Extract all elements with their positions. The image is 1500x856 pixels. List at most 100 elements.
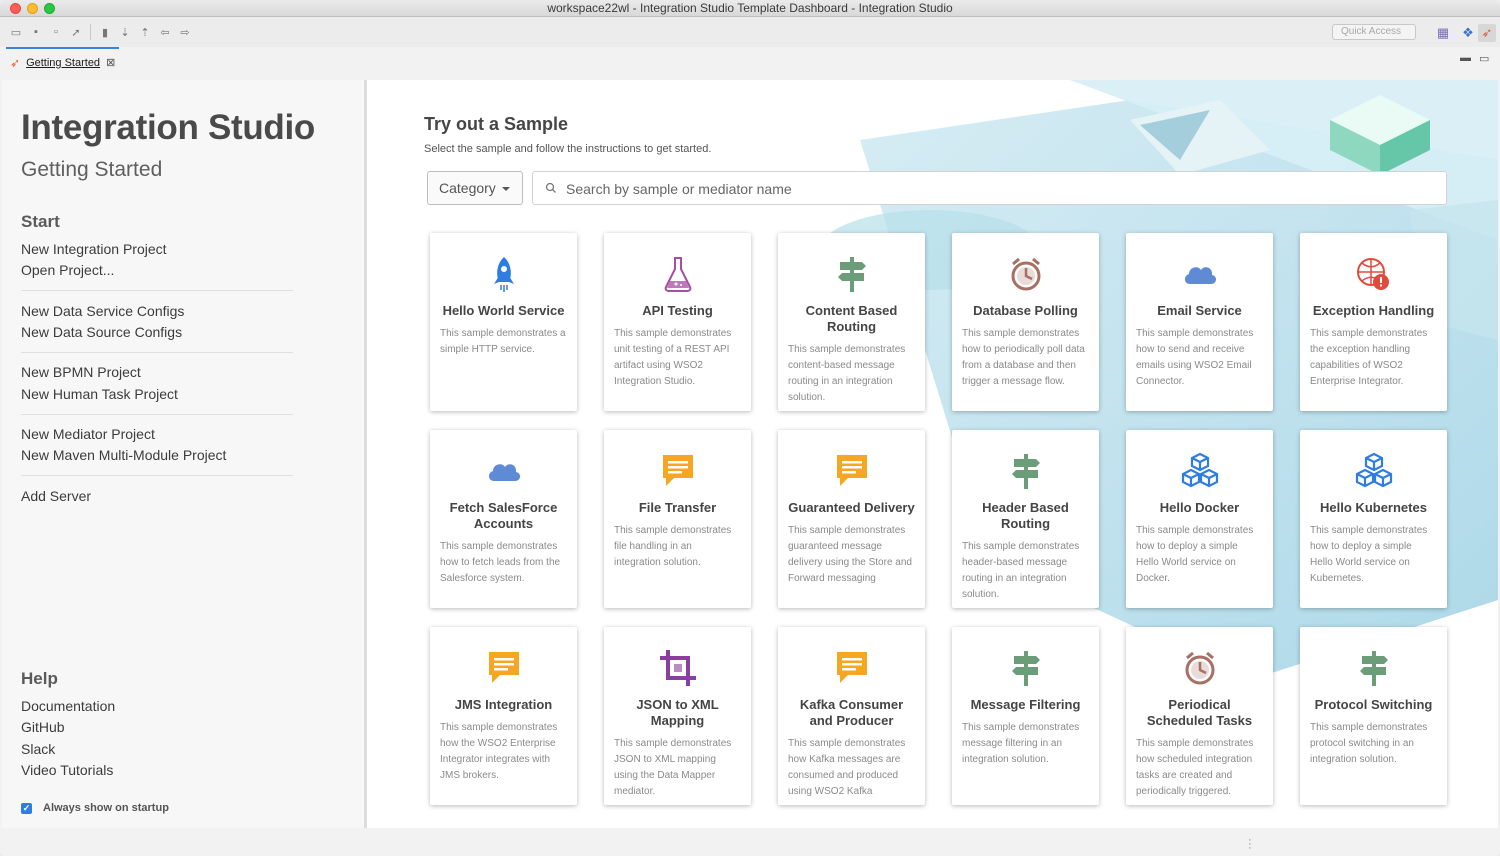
perspective-design-icon[interactable]: ❖	[1459, 24, 1477, 42]
sample-description: This sample demonstrates how to send and…	[1136, 328, 1254, 387]
sample-title: Database Polling	[973, 303, 1078, 318]
sample-description: This sample demonstrates how scheduled i…	[1136, 738, 1254, 797]
new-maven-multi-module-project-link[interactable]: New Maven Multi-Module Project	[21, 447, 226, 463]
sample-description: This sample demonstrates how to periodic…	[962, 328, 1085, 387]
message-icon	[614, 430, 741, 500]
sample-card-exception-handling[interactable]: Exception Handling This sample demonstrat…	[1300, 233, 1447, 411]
sample-card-file-transfer[interactable]: File Transfer This sample demonstrates fi…	[604, 430, 751, 608]
sample-title: API Testing	[642, 303, 713, 318]
sample-card-header-based-routing[interactable]: Header Based Routing This sample demonstr…	[952, 430, 1099, 608]
new-icon[interactable]: ▭	[8, 24, 24, 40]
github-link[interactable]: GitHub	[21, 719, 65, 735]
sample-card-content-based-routing[interactable]: Content Based Routing This sample demonst…	[778, 233, 925, 411]
sample-title: Protocol Switching	[1314, 697, 1433, 712]
sample-card-protocol-switching[interactable]: Protocol Switching This sample demonstrat…	[1300, 627, 1447, 805]
category-dropdown[interactable]: Category	[427, 171, 523, 205]
documentation-link[interactable]: Documentation	[21, 698, 115, 714]
sample-title: Guaranteed Delivery	[788, 500, 915, 515]
maximize-editor-icon[interactable]: ▭	[1479, 52, 1489, 65]
chevron-down-icon	[502, 187, 510, 191]
forward-icon[interactable]: ⇨	[177, 24, 193, 40]
resize-grip-icon: · · ·	[1248, 834, 1252, 854]
sample-title: Kafka Consumer and Producer	[799, 697, 904, 728]
build-icon[interactable]: ▮	[97, 24, 113, 40]
new-data-source-configs-link[interactable]: New Data Source Configs	[21, 324, 182, 340]
close-icon[interactable]: ⊠	[106, 56, 115, 69]
sample-title: Hello Kubernetes	[1320, 500, 1427, 515]
sample-title: Hello Docker	[1159, 500, 1240, 515]
prev-annotation-icon[interactable]: ⇡	[137, 24, 153, 40]
sample-card-fetch-salesforce-accounts[interactable]: Fetch SalesForce Accounts This sample dem…	[430, 430, 577, 608]
signpost-icon	[788, 233, 915, 303]
save-all-icon[interactable]: ▫	[48, 24, 64, 40]
save-icon[interactable]: ▪	[28, 24, 44, 40]
help-heading: Help	[21, 669, 58, 688]
sample-card-database-polling[interactable]: Database Polling This sample demonstrates…	[952, 233, 1099, 411]
search-icon	[545, 182, 556, 193]
status-bar: · · ·	[0, 828, 1500, 856]
sample-description: This sample demonstrates guaranteed mess…	[788, 525, 912, 584]
sample-card-json-to-xml-mapping[interactable]: JSON to XML Mapping This sample demonstra…	[604, 627, 751, 805]
run-icon[interactable]: ➚	[68, 24, 84, 40]
sample-title: Fetch SalesForce Accounts	[449, 500, 558, 531]
back-icon[interactable]: ⇦	[157, 24, 173, 40]
divider	[21, 352, 293, 353]
add-server-link[interactable]: Add Server	[21, 488, 91, 504]
samples-title: Try out a Sample	[424, 114, 569, 134]
sample-card-hello-kubernetes[interactable]: Hello Kubernetes This sample demonstrates…	[1300, 430, 1447, 608]
perspective-rocket-icon[interactable]: ➶	[1478, 24, 1496, 42]
message-icon	[788, 627, 915, 697]
sample-description: This sample demonstrates message filteri…	[962, 722, 1080, 765]
quick-access-input[interactable]: Quick Access	[1332, 24, 1416, 40]
toolbar-separator	[90, 24, 91, 40]
sidebar: Integration Studio Getting Started Start…	[2, 80, 367, 828]
start-heading: Start	[21, 212, 60, 231]
sample-title: Header Based Routing	[982, 500, 1069, 531]
flask-icon	[614, 233, 741, 303]
signpost-icon	[962, 430, 1089, 500]
sample-title: Hello World Service	[442, 303, 565, 318]
sample-card-guaranteed-delivery[interactable]: Guaranteed Delivery This sample demonstra…	[778, 430, 925, 608]
new-mediator-project-link[interactable]: New Mediator Project	[21, 426, 155, 442]
open-project-link[interactable]: Open Project...	[21, 262, 114, 278]
rocket-icon: ➶	[10, 55, 21, 70]
video-tutorials-link[interactable]: Video Tutorials	[21, 762, 113, 778]
getting-started-page: Integration Studio Getting Started Start…	[2, 80, 1498, 828]
cubes-icon	[1310, 430, 1437, 500]
perspective-java-icon[interactable]: ▦	[1434, 24, 1452, 42]
sample-card-kafka-consumer-and-producer[interactable]: Kafka Consumer and Producer This sample d…	[778, 627, 925, 805]
sample-card-message-filtering[interactable]: Message Filtering This sample demonstrate…	[952, 627, 1099, 805]
sample-card-periodical-scheduled-tasks[interactable]: Periodical Scheduled Tasks This sample de…	[1126, 627, 1273, 805]
title-bar: workspace22wl - Integration Studio Templ…	[0, 0, 1500, 17]
sample-title: Exception Handling	[1312, 303, 1435, 318]
sample-title: JMS Integration	[454, 697, 553, 712]
always-show-label: Always show on startup	[43, 802, 169, 814]
message-icon	[440, 627, 567, 697]
signpost-icon	[1310, 627, 1437, 697]
new-integration-project-link[interactable]: New Integration Project	[21, 241, 167, 257]
sample-card-hello-world-service[interactable]: Hello World Service This sample demonstra…	[430, 233, 577, 411]
always-show-on-startup[interactable]: ✓ Always show on startup	[21, 802, 169, 814]
minimize-editor-icon[interactable]: ▬	[1460, 52, 1471, 64]
sample-title: JSON to XML Mapping	[636, 697, 719, 728]
crop-icon	[614, 627, 741, 697]
sample-title: Content Based Routing	[805, 303, 898, 334]
cubes-icon	[1136, 430, 1263, 500]
ide-window: workspace22wl - Integration Studio Templ…	[0, 0, 1500, 856]
new-human-task-project-link[interactable]: New Human Task Project	[21, 386, 178, 402]
sample-card-api-testing[interactable]: API Testing This sample demonstrates unit…	[604, 233, 751, 411]
sample-card-hello-docker[interactable]: Hello Docker This sample demonstrates how…	[1126, 430, 1273, 608]
next-annotation-icon[interactable]: ⇣	[117, 24, 133, 40]
new-bpmn-project-link[interactable]: New BPMN Project	[21, 364, 141, 380]
sample-search-input[interactable]: Search by sample or mediator name	[532, 171, 1447, 205]
slack-link[interactable]: Slack	[21, 741, 55, 757]
sample-title: Periodical Scheduled Tasks	[1146, 697, 1253, 728]
sample-card-jms-integration[interactable]: JMS Integration This sample demonstrates …	[430, 627, 577, 805]
tab-getting-started[interactable]: ➶ Getting Started ⊠	[6, 47, 120, 71]
sample-description: This sample demonstrates header-based me…	[962, 541, 1080, 600]
signpost-icon	[962, 627, 1089, 697]
alarm-clock-icon	[962, 233, 1089, 303]
checkbox-checked-icon[interactable]: ✓	[21, 802, 32, 814]
new-data-service-configs-link[interactable]: New Data Service Configs	[21, 303, 184, 319]
sample-card-email-service[interactable]: Email Service This sample demonstrates ho…	[1126, 233, 1273, 411]
